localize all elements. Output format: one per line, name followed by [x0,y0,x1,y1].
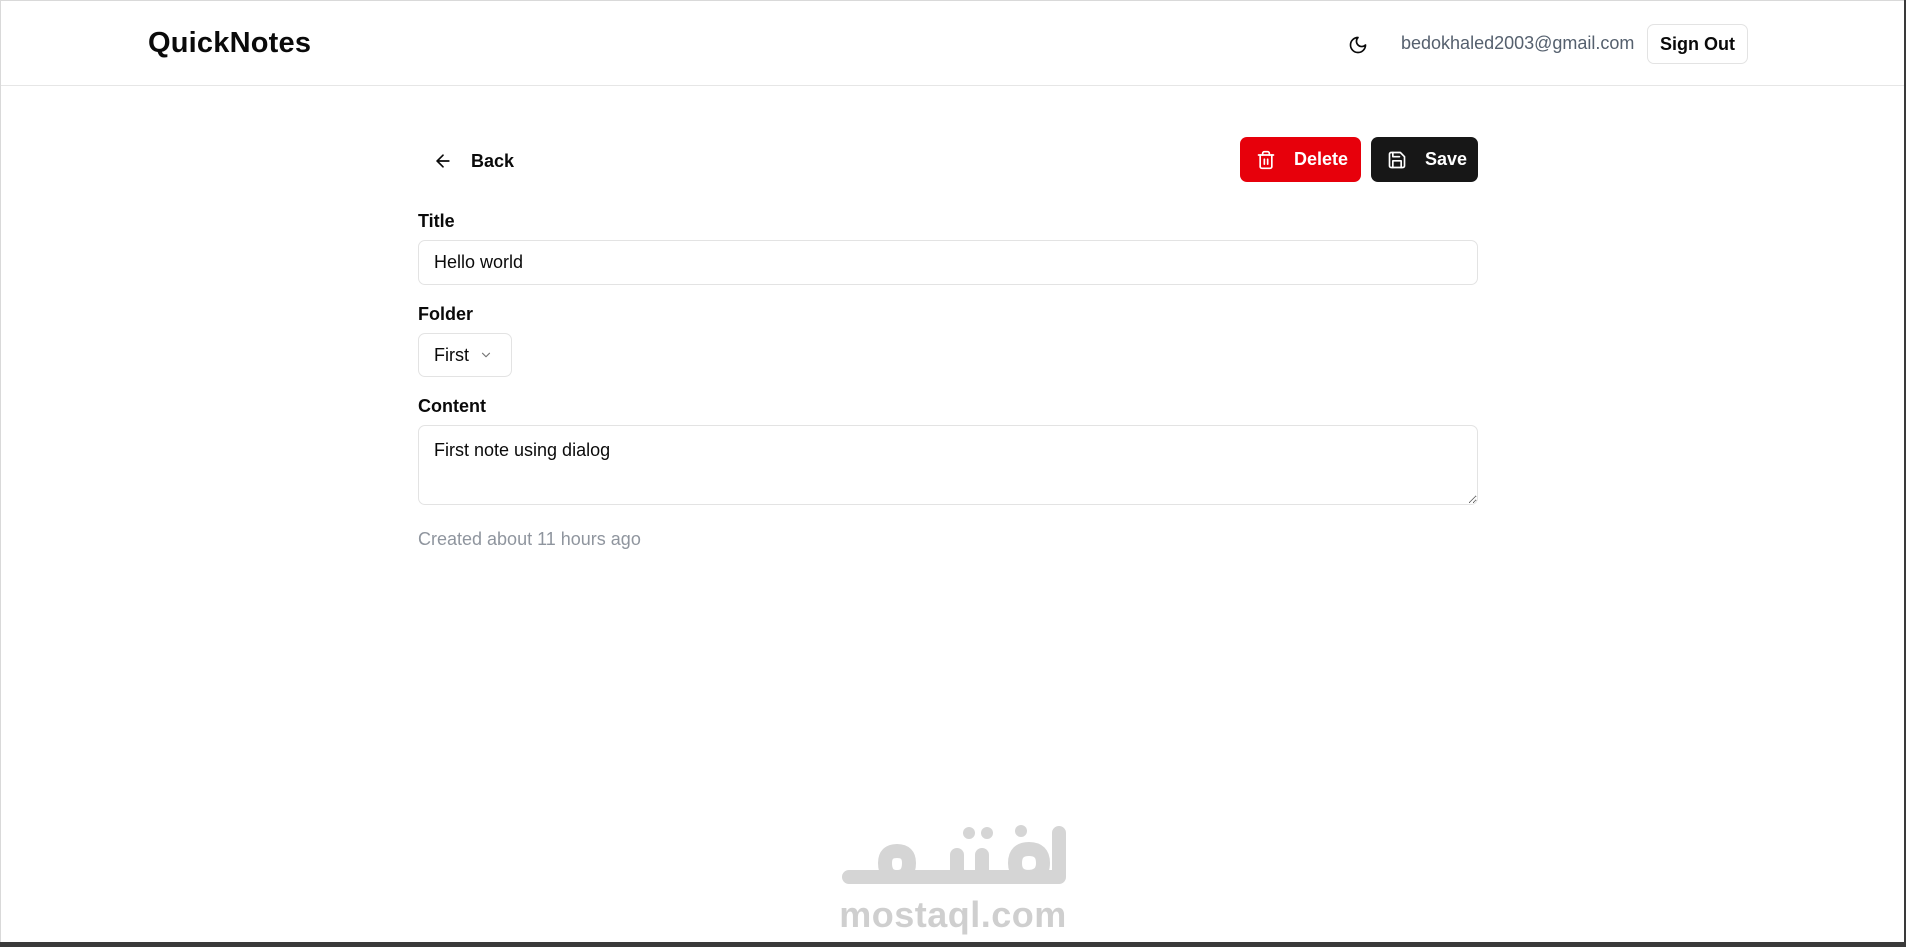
delete-button[interactable]: Delete [1240,137,1361,182]
watermark-text: mostaql.com [839,894,1067,935]
delete-label: Delete [1294,149,1349,169]
app-window: QuickNotes bedokhaled2003@gmail.com Sign… [0,0,1904,942]
title-input[interactable] [418,240,1478,285]
save-icon [1388,151,1406,168]
created-timestamp: Created about 11 hours ago [418,529,641,549]
folder-select[interactable]: First [418,333,512,377]
watermark: mostaql.com [837,819,1069,935]
brand-logo[interactable]: QuickNotes [148,27,311,60]
top-nav: QuickNotes bedokhaled2003@gmail.com Sign… [1,1,1904,86]
chevron-down-icon [481,352,491,358]
save-label: Save [1425,149,1468,169]
folder-label: Folder [418,304,474,324]
back-button[interactable]: Back [418,138,518,184]
back-label: Back [471,150,515,171]
user-email: bedokhaled2003@gmail.com [1401,33,1635,53]
title-label: Title [418,211,455,231]
folder-selected-value: First [434,344,469,365]
moon-icon [1349,36,1367,54]
watermark-logo-icon [842,825,1066,884]
trash-icon [1257,150,1275,169]
save-button[interactable]: Save [1371,137,1478,182]
content-label: Content [418,396,486,416]
arrow-left-icon [436,154,450,168]
content-textarea[interactable]: First note using dialog [418,425,1478,505]
theme-toggle-button[interactable] [1341,29,1375,61]
sign-out-button[interactable]: Sign Out [1647,24,1748,64]
